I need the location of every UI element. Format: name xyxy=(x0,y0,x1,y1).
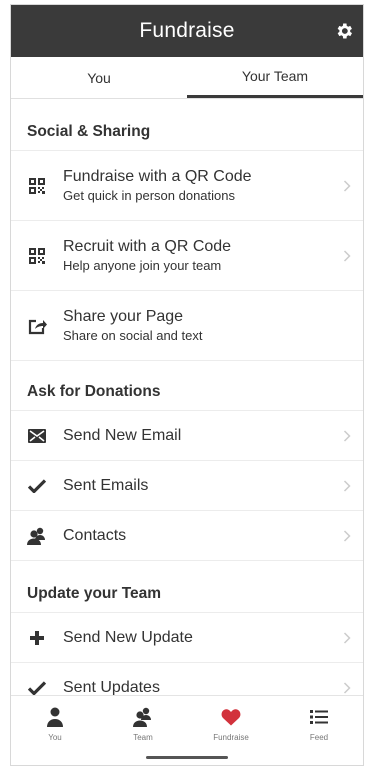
tab-you[interactable]: You xyxy=(11,57,187,98)
send-new-update-row[interactable]: Send New Update xyxy=(11,613,363,663)
nav-feed[interactable]: Feed xyxy=(275,696,363,765)
chevron-right-icon xyxy=(343,631,351,644)
page-title: Fundraise xyxy=(139,19,235,42)
chevron-right-icon xyxy=(343,179,351,192)
bottom-nav: You Team Fundraise Feed xyxy=(11,695,363,765)
row-title: Sent Emails xyxy=(63,477,149,494)
chevron-right-icon xyxy=(343,681,351,694)
list-icon xyxy=(310,710,328,724)
section-header-team: Update your Team xyxy=(11,571,363,613)
row-title: Contacts xyxy=(63,527,127,544)
row-title: Share your Page xyxy=(63,308,184,325)
contacts-row[interactable]: Contacts xyxy=(11,511,363,561)
row-title: Send New Update xyxy=(63,629,193,646)
plus-icon xyxy=(25,626,49,650)
person-icon xyxy=(47,707,63,727)
nav-label: Feed xyxy=(309,733,329,742)
tab-you-label: You xyxy=(87,69,111,86)
section-header-donations: Ask for Donations xyxy=(11,369,363,411)
row-subtitle: Get quick in person donations xyxy=(63,188,235,203)
checkmark-icon xyxy=(25,474,49,498)
send-new-email-row[interactable]: Send New Email xyxy=(11,411,363,461)
qr-code-icon xyxy=(25,174,49,198)
row-title: Fundraise with a QR Code xyxy=(63,168,252,185)
app-header: Fundraise xyxy=(11,5,363,57)
chevron-right-icon xyxy=(343,249,351,262)
nav-label: You xyxy=(48,733,62,742)
fundraise-qr-row[interactable]: Fundraise with a QR Code Get quick in pe… xyxy=(11,151,363,221)
row-subtitle: Help anyone join your team xyxy=(63,258,222,273)
nav-label: Fundraise xyxy=(213,733,249,742)
chevron-right-icon xyxy=(343,429,351,442)
recruit-qr-row[interactable]: Recruit with a QR Code Help anyone join … xyxy=(11,221,363,291)
app-frame: Fundraise You Your Team Social & Sharing… xyxy=(10,4,364,766)
sent-emails-row[interactable]: Sent Emails xyxy=(11,461,363,511)
share-page-row[interactable]: Share your Page Share on social and text xyxy=(11,291,363,361)
chevron-right-icon xyxy=(343,529,351,542)
nav-you[interactable]: You xyxy=(11,696,99,765)
row-title: Recruit with a QR Code xyxy=(63,238,232,255)
tab-bar: You Your Team xyxy=(11,57,363,99)
home-indicator[interactable] xyxy=(146,756,228,759)
gear-icon[interactable] xyxy=(334,21,354,41)
heart-icon xyxy=(221,709,241,726)
chevron-right-icon xyxy=(343,479,351,492)
envelope-icon xyxy=(25,424,49,448)
section-header-social: Social & Sharing xyxy=(11,109,363,151)
nav-fundraise[interactable]: Fundraise xyxy=(187,696,275,765)
row-title: Send New Email xyxy=(63,427,182,444)
team-icon xyxy=(133,707,151,727)
nav-team[interactable]: Team xyxy=(99,696,187,765)
row-subtitle: Share on social and text xyxy=(63,328,203,343)
tab-your-team[interactable]: Your Team xyxy=(187,57,363,98)
nav-label: Team xyxy=(133,733,153,742)
tab-your-team-label: Your Team xyxy=(241,68,309,84)
share-icon xyxy=(25,314,49,338)
qr-code-icon xyxy=(25,244,49,268)
contacts-icon xyxy=(25,524,49,548)
